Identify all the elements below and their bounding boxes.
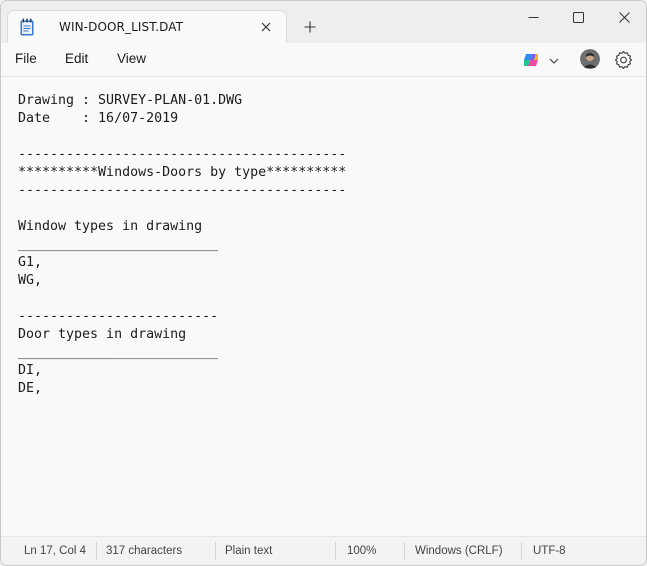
status-divider [521,542,522,560]
file-format: Plain text [225,545,273,557]
status-bar: Ln 17, Col 4 317 characters Plain text 1… [1,536,646,565]
status-divider [335,542,336,560]
document-tab[interactable]: WIN-DOOR_LIST.DAT [7,10,287,43]
cursor-position[interactable]: Ln 17, Col 4 [24,545,86,557]
zoom-level[interactable]: 100% [347,545,376,557]
status-divider [215,542,216,560]
chevron-down-icon[interactable] [547,53,561,67]
avatar[interactable] [580,49,600,69]
menu-view[interactable]: View [117,51,146,66]
close-tab-button[interactable] [255,16,277,38]
menu-bar: File Edit View [1,43,646,77]
new-tab-button[interactable] [299,16,321,38]
character-count: 317 characters [106,545,183,557]
gear-icon[interactable] [614,50,633,70]
close-icon [618,11,630,23]
copilot-icon[interactable] [522,51,540,69]
encoding[interactable]: UTF-8 [533,545,566,557]
document-text[interactable]: Drawing : SURVEY-PLAN-01.DWG Date : 16/0… [18,92,346,398]
text-editor[interactable]: Drawing : SURVEY-PLAN-01.DWG Date : 16/0… [1,77,646,536]
tab-title: WIN-DOOR_LIST.DAT [59,20,184,34]
line-ending[interactable]: Windows (CRLF) [415,545,503,557]
status-divider [96,542,97,560]
status-divider [404,542,405,560]
maximize-icon [572,11,584,23]
notepad-icon [19,18,35,36]
close-window-button[interactable] [604,3,644,31]
minimize-icon [528,16,538,18]
title-bar: WIN-DOOR_LIST.DAT [1,1,646,43]
notepad-window: WIN-DOOR_LIST.DAT File Edit View Drawing… [0,0,647,566]
plus-icon [304,21,316,33]
close-icon [261,22,271,32]
menu-edit[interactable]: Edit [65,51,88,66]
menu-file[interactable]: File [15,51,37,66]
maximize-button[interactable] [558,3,598,31]
minimize-button[interactable] [513,3,553,31]
